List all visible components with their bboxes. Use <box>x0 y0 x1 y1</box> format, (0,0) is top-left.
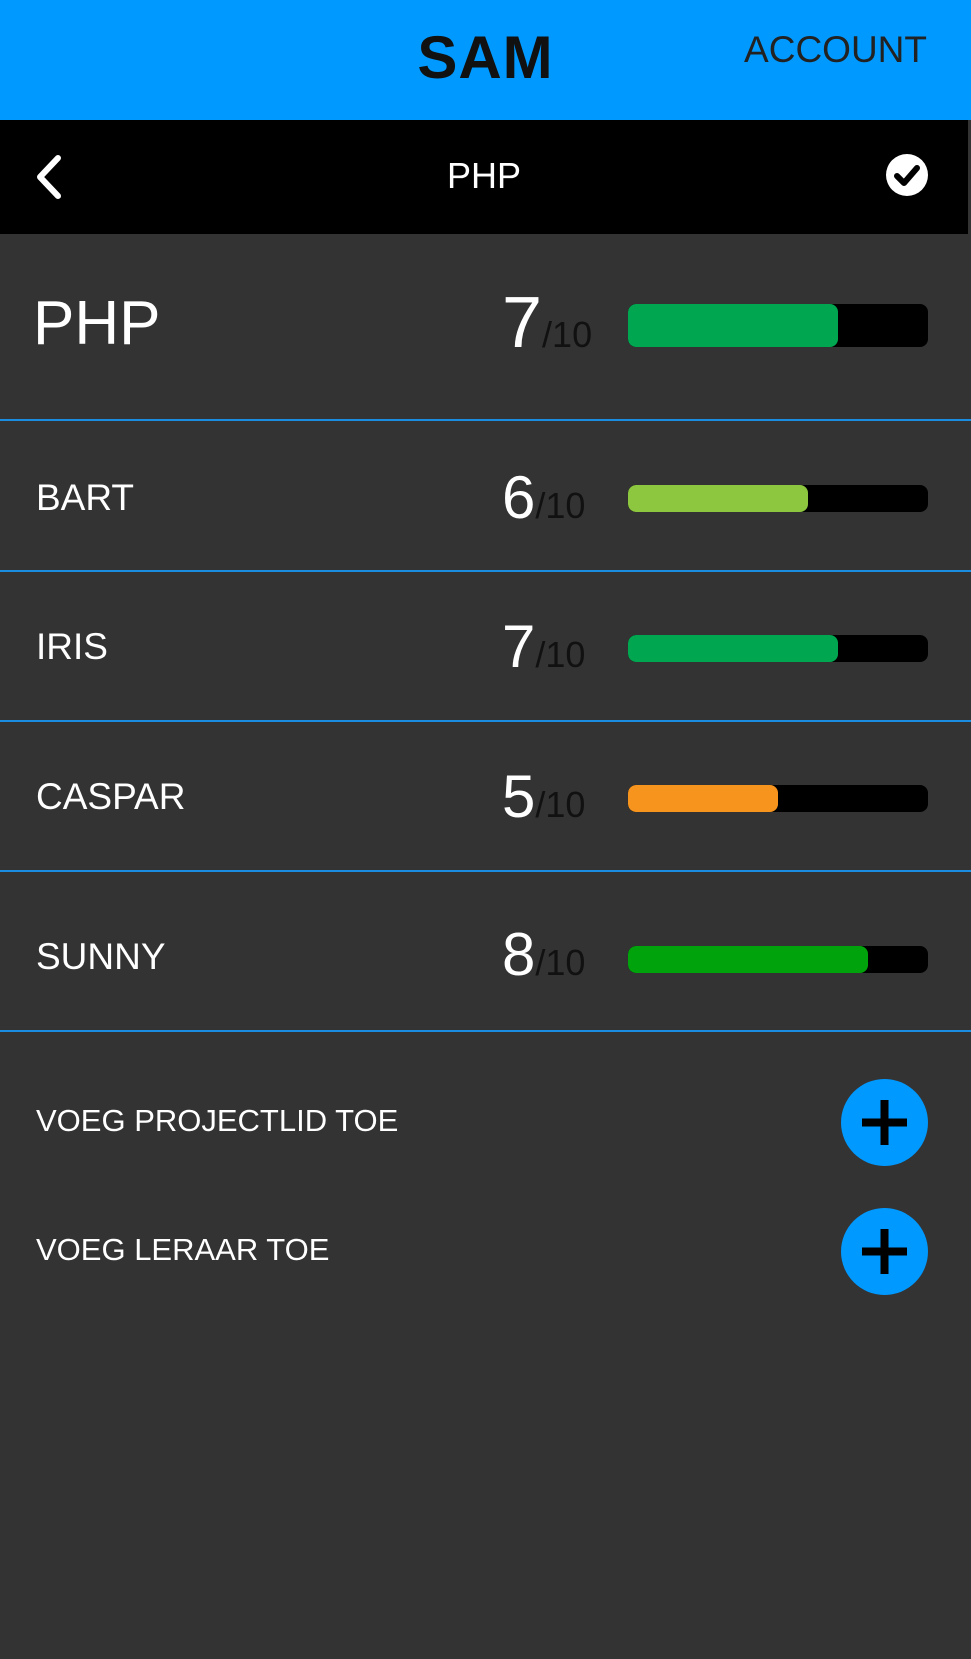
add-teacher-label: VOEG LERAAR TOE <box>36 1232 330 1267</box>
summary-score: 7/10 <box>502 282 592 364</box>
score-bar-fill <box>628 635 838 662</box>
score-max: /10 <box>535 485 586 526</box>
score-bar <box>628 304 928 347</box>
member-score: 8/10 <box>502 920 585 989</box>
score-bar-fill <box>628 946 868 973</box>
account-link[interactable]: ACCOUNT <box>744 28 927 72</box>
summary-row: PHP 7/10 <box>0 234 971 421</box>
app-header: SAM ACCOUNT <box>0 0 971 120</box>
score-max: /10 <box>542 314 593 355</box>
confirm-button[interactable] <box>886 154 928 196</box>
score-value: 7 <box>502 283 543 363</box>
score-max: /10 <box>535 784 586 825</box>
score-bar-fill <box>628 485 808 512</box>
score-bar-fill <box>628 785 778 812</box>
member-row[interactable]: CASPAR 5/10 <box>0 722 971 872</box>
add-member-button[interactable] <box>841 1079 928 1166</box>
score-value: 6 <box>502 464 536 531</box>
page-title: PHP <box>446 155 522 196</box>
member-row[interactable]: SUNNY 8/10 <box>0 872 971 1032</box>
member-name: CASPAR <box>36 776 186 817</box>
member-row[interactable]: BART 6/10 <box>0 421 971 572</box>
plus-icon <box>862 1100 907 1145</box>
member-score: 7/10 <box>502 612 585 681</box>
score-value: 7 <box>502 613 536 680</box>
member-score: 6/10 <box>502 463 585 532</box>
summary-name: PHP <box>33 289 161 358</box>
member-name: IRIS <box>36 626 108 667</box>
check-circle-icon <box>894 165 920 186</box>
add-teacher-row: VOEG LERAAR TOE <box>0 1206 971 1296</box>
sub-header: PHP <box>0 120 968 234</box>
score-bar-fill <box>628 304 838 347</box>
member-row[interactable]: IRIS 7/10 <box>0 572 971 722</box>
score-bar <box>628 485 928 512</box>
add-member-label: VOEG PROJECTLID TOE <box>36 1103 399 1138</box>
add-member-row: VOEG PROJECTLID TOE <box>0 1077 971 1167</box>
score-value: 5 <box>502 763 536 830</box>
score-bar <box>628 946 928 973</box>
score-max: /10 <box>535 942 586 983</box>
member-name: BART <box>36 477 135 518</box>
score-bar <box>628 785 928 812</box>
score-value: 8 <box>502 921 536 988</box>
plus-icon <box>862 1229 907 1274</box>
add-teacher-button[interactable] <box>841 1208 928 1295</box>
score-bar <box>628 635 928 662</box>
member-name: SUNNY <box>36 936 166 977</box>
score-max: /10 <box>535 634 586 675</box>
member-score: 5/10 <box>502 762 585 831</box>
